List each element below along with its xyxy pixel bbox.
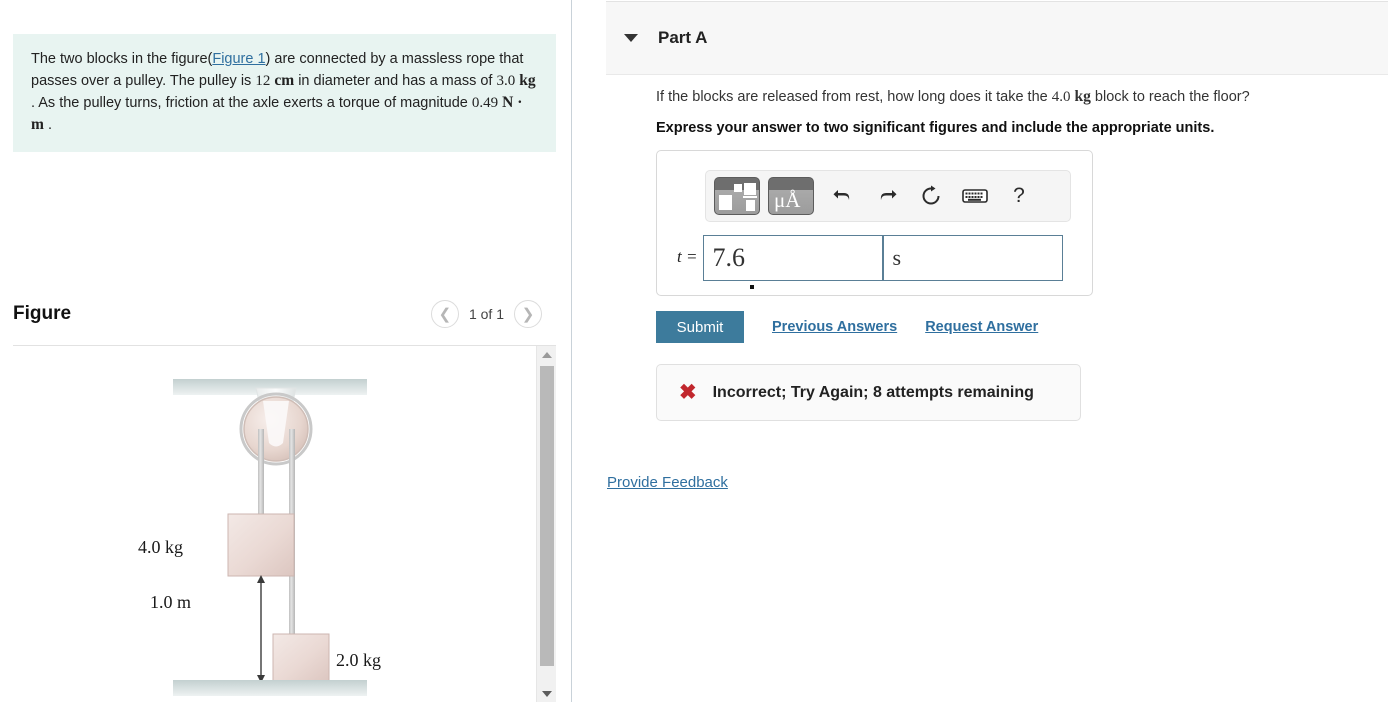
prev-figure-button[interactable]: ❮ (430, 300, 459, 328)
math-toolbar: μÅ ? (705, 170, 1071, 222)
question-mass-value: 4.0 (1051, 89, 1071, 105)
right-panel: Part A If the blocks are released from r… (572, 0, 1388, 702)
triangle-down-icon (542, 690, 552, 697)
scroll-down-button[interactable] (537, 685, 557, 702)
feedback-banner: ✖ Incorrect; Try Again; 8 attempts remai… (656, 364, 1081, 421)
keyboard-icon[interactable] (954, 177, 996, 215)
problem-text-5: . (43, 117, 52, 133)
reset-icon[interactable] (910, 177, 952, 215)
answer-unit-input[interactable] (883, 235, 1064, 281)
diameter-value: 12 (255, 73, 271, 89)
page-root: The two blocks in the figure(Figure 1) a… (0, 0, 1388, 702)
figure-pager: ❮ 1 of 1 ❯ (430, 300, 542, 328)
mass-value: 3.0 (496, 73, 516, 89)
block2-label: 2.0 kg (336, 650, 381, 670)
question-text: If the blocks are released from rest, ho… (656, 88, 1250, 105)
instruction-text: Express your answer to two significant f… (656, 120, 1215, 136)
redo-icon[interactable] (866, 177, 908, 215)
triangle-up-icon (542, 351, 552, 358)
units-button-label: μÅ (774, 188, 801, 212)
diameter-unit: cm (274, 72, 295, 89)
feedback-message: Incorrect; Try Again; 8 attempts remaini… (712, 383, 1034, 401)
previous-answers-link[interactable]: Previous Answers (772, 319, 897, 335)
answer-value-input[interactable] (703, 235, 884, 281)
math-template-button[interactable] (714, 177, 760, 215)
figure-title: Figure (13, 303, 72, 324)
figure-scrollbar[interactable] (536, 346, 556, 702)
torque-value: 0.49 (471, 95, 499, 111)
undo-icon[interactable] (822, 177, 864, 215)
problem-statement: The two blocks in the figure(Figure 1) a… (13, 34, 556, 152)
action-row: Submit Previous Answers Request Answer (656, 311, 1038, 343)
problem-text-1: The two blocks in the figure( (31, 51, 213, 67)
part-a-header[interactable]: Part A (606, 1, 1388, 75)
problem-text-3: in diameter and has a mass of (294, 73, 497, 89)
caret-down-icon[interactable] (624, 34, 638, 42)
figure-viewport: 4.0 kg 2.0 kg 1.0 m (13, 346, 556, 702)
answer-row: t = (677, 235, 1064, 281)
figure-pager-label: 1 of 1 (468, 306, 504, 322)
answer-label: t = (677, 247, 698, 266)
figure-link[interactable]: Figure 1 (212, 51, 265, 67)
figure-header: Figure ❮ 1 of 1 ❯ (13, 300, 556, 344)
provide-feedback-link[interactable]: Provide Feedback (607, 474, 728, 491)
request-answer-link[interactable]: Request Answer (925, 319, 1038, 335)
submit-button[interactable]: Submit (656, 311, 744, 343)
scroll-up-button[interactable] (537, 346, 557, 363)
scrollbar-thumb[interactable] (540, 366, 554, 666)
next-figure-button[interactable]: ❯ (514, 300, 542, 328)
text-cursor-marker (750, 285, 754, 289)
distance-label: 1.0 m (150, 592, 191, 612)
answer-entry-panel: μÅ ? t = (656, 150, 1093, 296)
left-panel: The two blocks in the figure(Figure 1) a… (0, 0, 571, 702)
x-mark-icon: ✖ (679, 381, 697, 404)
problem-text-4: . As the pulley turns, friction at the a… (31, 95, 472, 111)
block1-label: 4.0 kg (138, 537, 183, 557)
units-button[interactable]: μÅ (768, 177, 814, 215)
mass-unit: kg (519, 72, 536, 89)
pulley-diagram: 4.0 kg 2.0 kg 1.0 m (138, 379, 381, 696)
part-title: Part A (658, 28, 708, 47)
help-icon[interactable]: ? (998, 177, 1040, 215)
question-mass-unit: kg (1074, 88, 1091, 105)
